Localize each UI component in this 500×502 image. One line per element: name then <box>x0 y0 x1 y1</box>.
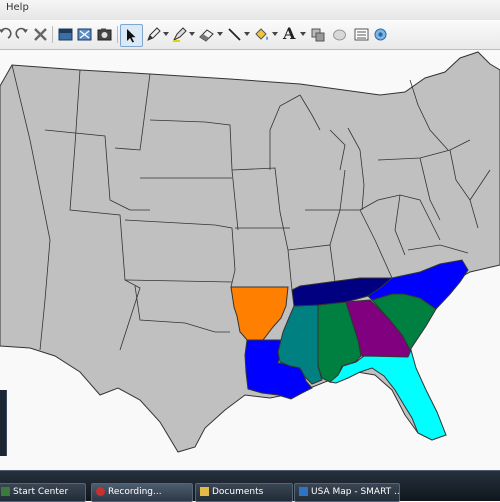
fill-dropdown-caret[interactable] <box>272 32 278 36</box>
taskbar: Start Center Recording... Documents USA … <box>0 470 500 502</box>
text-tool-icon[interactable]: A <box>279 24 300 45</box>
side-panel-tab[interactable] <box>0 390 7 456</box>
line-icon[interactable] <box>224 24 245 45</box>
taskbar-item-usa-map[interactable]: USA Map - SMART ... <box>294 483 400 502</box>
usa-map <box>0 51 500 453</box>
taskbar-item-documents[interactable]: Documents <box>195 483 293 502</box>
toolbar-separator <box>52 26 53 43</box>
toolbar-separator <box>117 26 118 43</box>
line-dropdown-caret[interactable] <box>244 32 250 36</box>
text-tool-glyph: A <box>283 24 296 43</box>
recorder-app-icon <box>96 487 105 496</box>
menu-help[interactable]: Help <box>6 2 29 13</box>
fill-icon[interactable] <box>251 24 272 45</box>
pen-icon[interactable] <box>143 24 164 45</box>
text-dropdown-caret[interactable] <box>300 32 306 36</box>
properties-icon[interactable] <box>351 24 372 45</box>
taskbar-item-recording[interactable]: Recording... <box>91 483 193 502</box>
eraser-dropdown-caret[interactable] <box>217 32 223 36</box>
screen-shade-icon[interactable] <box>55 24 76 45</box>
highlighter-icon[interactable] <box>169 24 190 45</box>
smart-notebook-icon <box>299 487 308 496</box>
capture-icon[interactable] <box>94 24 115 45</box>
recorder-icon[interactable] <box>370 24 391 45</box>
delete-icon[interactable] <box>30 24 51 45</box>
whiteboard-canvas[interactable] <box>0 50 500 470</box>
menu-bar: Help <box>0 0 500 21</box>
table-icon[interactable] <box>329 24 350 45</box>
folder-icon <box>200 487 209 496</box>
shapes-icon[interactable] <box>307 24 328 45</box>
toolbar: A <box>0 20 500 50</box>
taskbar-item-start-center[interactable]: Start Center <box>0 483 86 502</box>
highlighter-dropdown-caret[interactable] <box>189 32 195 36</box>
eraser-icon[interactable] <box>196 24 217 45</box>
select-arrow-icon[interactable] <box>120 24 143 47</box>
app-icon <box>1 487 10 496</box>
fullscreen-icon[interactable] <box>74 24 95 45</box>
